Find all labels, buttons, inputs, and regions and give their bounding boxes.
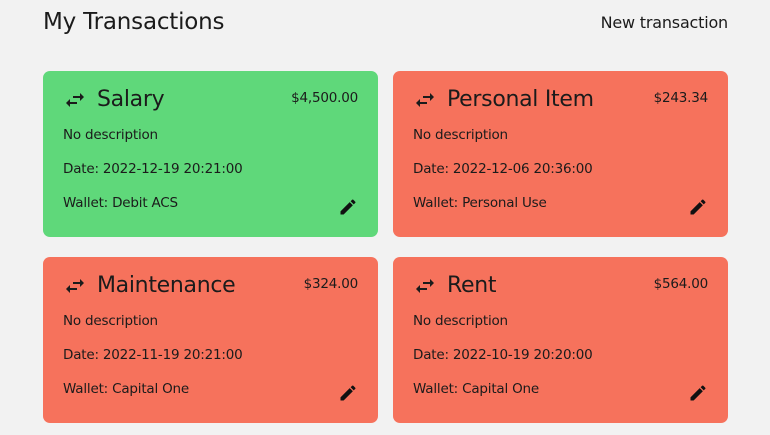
transaction-amount: $243.34 — [653, 90, 709, 106]
swap-horizontal-icon — [66, 278, 84, 293]
transaction-description: No description — [413, 313, 508, 329]
page-title: My Transactions — [43, 9, 225, 35]
transaction-wallet: Wallet: Capital One — [413, 381, 540, 397]
transaction-amount: $324.00 — [303, 276, 359, 292]
transaction-date: Date: 2022-11-19 20:21:00 — [63, 347, 243, 363]
transaction-card: Rent $564.00 No description Date: 2022-1… — [393, 257, 728, 423]
transaction-description: No description — [63, 127, 158, 143]
transaction-date: Date: 2022-12-06 20:36:00 — [413, 161, 593, 177]
transaction-title: Maintenance — [97, 273, 236, 298]
transaction-date: Date: 2022-10-19 20:20:00 — [413, 347, 593, 363]
card-header: Personal Item — [413, 87, 594, 112]
transaction-description: No description — [413, 127, 508, 143]
transactions-page: My Transactions New transaction Salary $… — [0, 0, 770, 435]
transaction-wallet: Wallet: Personal Use — [413, 195, 547, 211]
swap-horizontal-icon — [416, 278, 434, 293]
swap-horizontal-icon — [416, 92, 434, 107]
card-header: Rent — [413, 273, 497, 298]
transaction-wallet: Wallet: Debit ACS — [63, 195, 178, 211]
pencil-icon[interactable] — [338, 197, 358, 217]
transaction-card: Personal Item $243.34 No description Dat… — [393, 71, 728, 237]
card-header: Salary — [63, 87, 165, 112]
pencil-icon[interactable] — [688, 383, 708, 403]
transaction-date: Date: 2022-12-19 20:21:00 — [63, 161, 243, 177]
transaction-card: Maintenance $324.00 No description Date:… — [43, 257, 378, 423]
transaction-amount: $564.00 — [653, 276, 709, 292]
transaction-title: Personal Item — [447, 87, 594, 112]
pencil-icon[interactable] — [688, 197, 708, 217]
card-header: Maintenance — [63, 273, 236, 298]
transaction-amount: $4,500.00 — [291, 90, 358, 106]
transaction-title: Rent — [447, 273, 497, 298]
transaction-card: Salary $4,500.00 No description Date: 20… — [43, 71, 378, 237]
transaction-description: No description — [63, 313, 158, 329]
transaction-wallet: Wallet: Capital One — [63, 381, 190, 397]
transaction-title: Salary — [97, 87, 165, 112]
new-transaction-link[interactable]: New transaction — [601, 13, 729, 32]
pencil-icon[interactable] — [338, 383, 358, 403]
swap-horizontal-icon — [66, 92, 84, 107]
